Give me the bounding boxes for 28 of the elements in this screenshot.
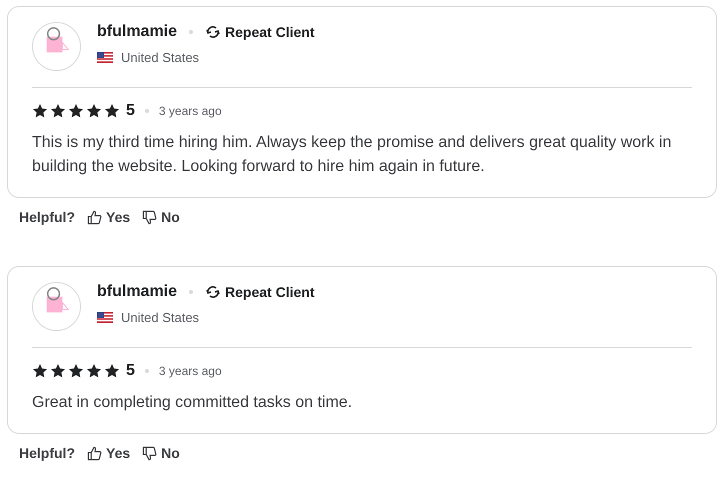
no-button[interactable]: No [142, 209, 180, 225]
review-text: This is my third time hiring him. Always keep the promise and delivers great quality work in building the website. Looking forward to hire him again in future. [32, 133, 672, 177]
no-button[interactable]: No [142, 445, 180, 461]
yes-button[interactable]: Yes [87, 209, 130, 225]
rating-value: 5 [126, 362, 135, 380]
flag-icon [97, 52, 113, 63]
reviewer-name: bfulmamie [97, 283, 178, 301]
reviewer-name: bfulmamie [97, 23, 178, 41]
flag-icon [97, 312, 113, 323]
review-time: 3 years ago [158, 364, 222, 378]
thumbs-up-icon [87, 210, 102, 224]
avatar-icon [32, 282, 81, 331]
helpful-label: Helpful? [19, 445, 75, 461]
repeat-icon [205, 284, 222, 300]
avatar-icon [32, 22, 81, 71]
country-label: United States [121, 50, 200, 65]
repeat-icon [205, 24, 222, 40]
helpful-label: Helpful? [19, 209, 75, 225]
review-time: 3 years ago [158, 104, 222, 118]
thumbs-up-icon [87, 446, 102, 460]
thumbs-down-icon [142, 210, 158, 224]
country-label: United States [121, 310, 200, 325]
yes-button[interactable]: Yes [87, 445, 130, 461]
rating-value: 5 [126, 102, 135, 120]
repeat-client-label: Repeat Client [225, 24, 314, 40]
repeat-client-label: Repeat Client [225, 284, 314, 300]
review-text: Great in completing committed tasks on time. [32, 393, 354, 413]
thumbs-down-icon [142, 446, 158, 460]
